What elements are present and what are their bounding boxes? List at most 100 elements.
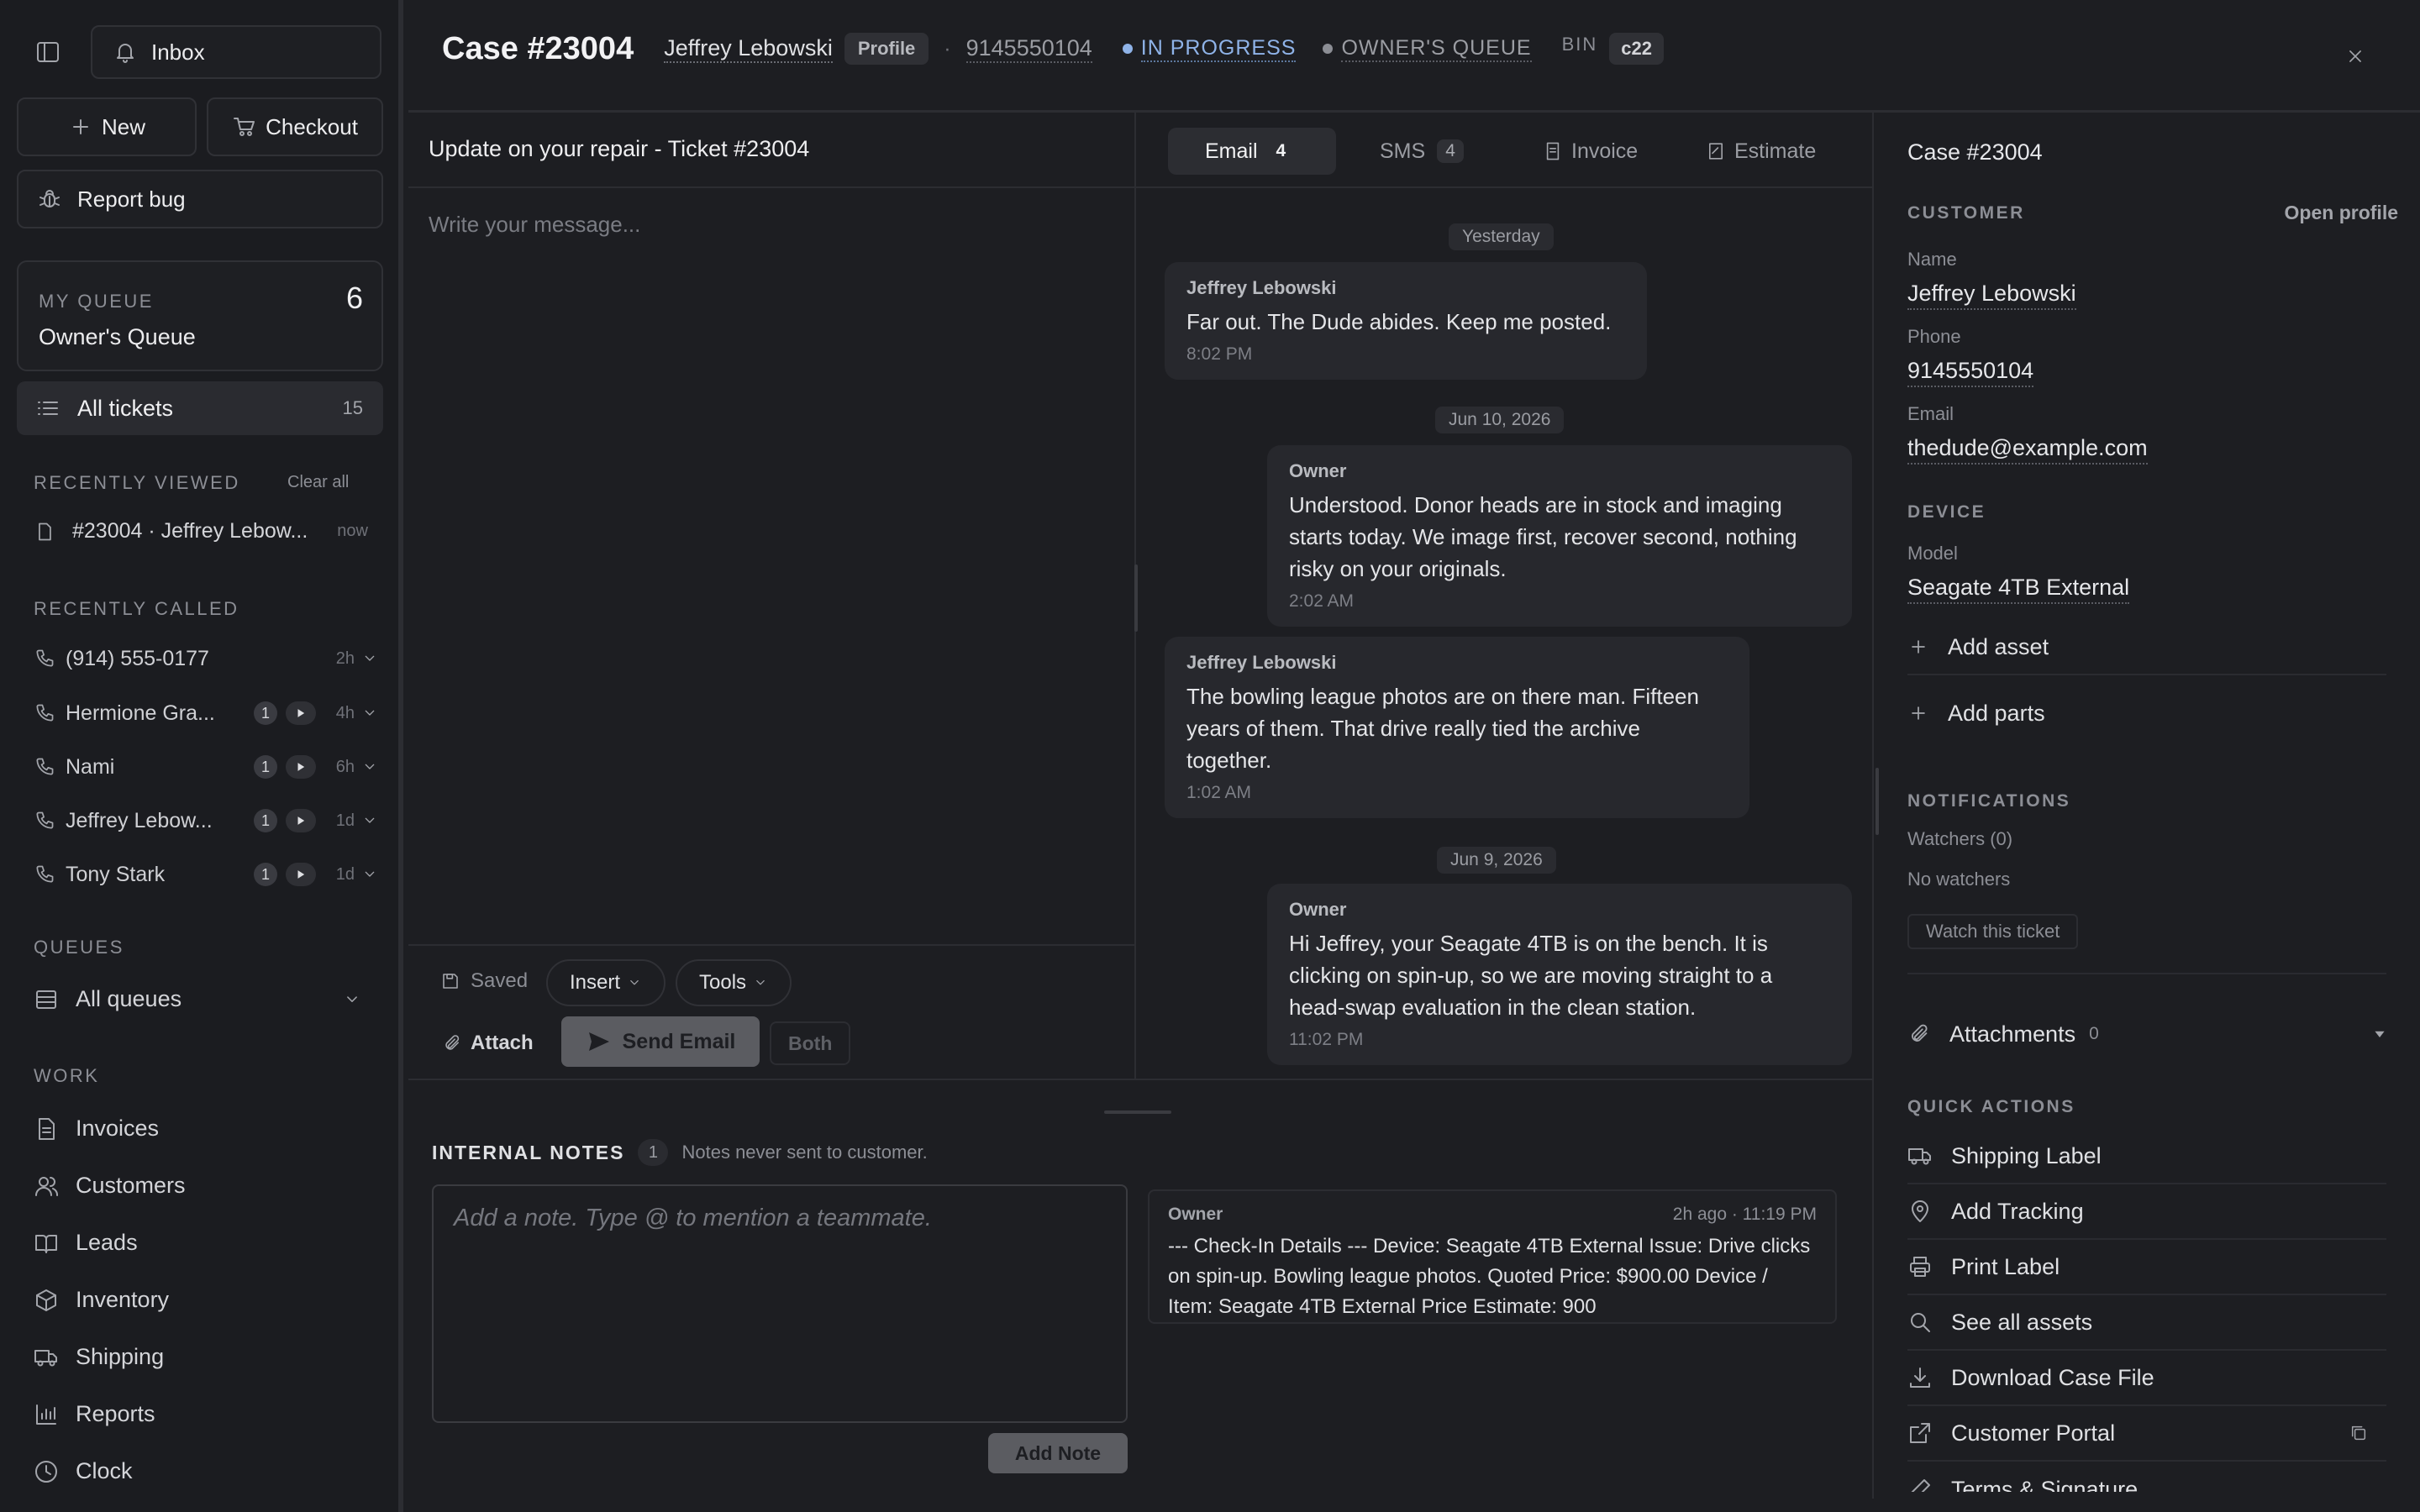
nav-customers[interactable]: Customers — [34, 1173, 186, 1199]
add-asset-button[interactable]: Add asset — [1907, 620, 2386, 675]
tab-email[interactable]: Email 4 — [1168, 128, 1336, 175]
call-item[interactable]: Tony Stark 1 1d — [34, 858, 378, 891]
customer-name-value[interactable]: Jeffrey Lebowski — [1907, 281, 2076, 310]
bell-icon — [113, 39, 138, 65]
header-phone[interactable]: 9145550104 — [965, 35, 1092, 63]
nav-reports[interactable]: Reports — [34, 1401, 155, 1427]
chevron-down-icon[interactable] — [361, 812, 378, 829]
saved-indicator: Saved — [440, 969, 528, 993]
customer-name-link[interactable]: Jeffrey Lebowski — [664, 35, 833, 63]
nav-clock[interactable]: Clock — [34, 1458, 133, 1484]
recently-called-title: RECENTLY CALLED — [34, 598, 239, 619]
add-tracking-action[interactable]: Add Tracking — [1907, 1184, 2386, 1240]
nav-invoices[interactable]: Invoices — [34, 1116, 159, 1142]
play-button[interactable] — [286, 755, 316, 779]
inbox-button[interactable]: Inbox — [91, 25, 381, 79]
inbox-label: Inbox — [151, 39, 205, 65]
quick-actions-section-title: QUICK ACTIONS — [1907, 1097, 2075, 1116]
chevron-down-icon[interactable] — [361, 650, 378, 667]
subject-field[interactable]: Update on your repair - Ticket #23004 — [429, 136, 809, 162]
tab-invoice-label: Invoice — [1571, 139, 1639, 163]
bin-value[interactable]: c22 — [1609, 33, 1664, 65]
all-queues-select[interactable]: All queues — [34, 986, 378, 1012]
recently-viewed-item[interactable]: #23004 · Jeffrey Lebow... now — [34, 519, 378, 543]
add-note-button[interactable]: Add Note — [988, 1433, 1128, 1473]
status-badge[interactable]: IN PROGRESS — [1140, 36, 1297, 62]
play-button[interactable] — [286, 701, 316, 725]
email-composer: Update on your repair - Ticket #23004 Wr… — [408, 113, 1134, 1079]
tab-invoice[interactable]: Invoice — [1543, 128, 1638, 175]
tools-dropdown[interactable]: Tools — [676, 959, 792, 1006]
call-name: Hermione Gra... — [66, 701, 215, 725]
call-item[interactable]: Jeffrey Lebow... 1 1d — [34, 804, 378, 837]
case-title: Case #23004 — [442, 30, 634, 66]
clear-all-button[interactable]: Clear all — [287, 473, 349, 492]
see-all-assets-action[interactable]: See all assets — [1907, 1295, 2386, 1351]
insert-dropdown[interactable]: Insert — [546, 959, 666, 1006]
call-item[interactable]: (914) 555-0177 2h — [34, 642, 378, 675]
resize-handle-vertical[interactable] — [1134, 564, 1138, 632]
download-case-file-action[interactable]: Download Case File — [1907, 1351, 2386, 1406]
profile-button[interactable]: Profile — [844, 33, 929, 65]
note-input[interactable]: Add a note. Type @ to mention a teammate… — [432, 1184, 1128, 1423]
caret-down-icon — [2375, 1031, 2385, 1037]
call-name: Jeffrey Lebow... — [66, 808, 213, 832]
add-parts-button[interactable]: Add parts — [1907, 685, 2386, 741]
customer-portal-action[interactable]: Customer Portal — [1907, 1406, 2386, 1462]
call-item[interactable]: Nami 1 6h — [34, 750, 378, 784]
nav-shipping[interactable]: Shipping — [34, 1344, 164, 1370]
shipping-label-action[interactable]: Shipping Label — [1907, 1129, 2386, 1184]
both-button[interactable]: Both — [770, 1021, 851, 1065]
queue-badge[interactable]: OWNER'S QUEUE — [1341, 36, 1532, 62]
section-divider — [1907, 973, 2386, 974]
customer-phone-value[interactable]: 9145550104 — [1907, 358, 2034, 387]
play-button[interactable] — [286, 863, 316, 886]
report-bug-button[interactable]: Report bug — [17, 170, 383, 228]
date-divider: Yesterday — [1449, 223, 1554, 250]
close-icon[interactable] — [2344, 45, 2366, 67]
report-bug-label: Report bug — [77, 186, 186, 212]
attach-label: Attach — [471, 1032, 534, 1054]
call-item[interactable]: Hermione Gra... 1 4h — [34, 696, 378, 730]
attach-button[interactable]: Attach — [442, 1032, 534, 1055]
message-input[interactable]: Write your message... — [429, 212, 1118, 1035]
new-label: New — [101, 113, 145, 139]
attachments-toggle[interactable]: Attachments 0 — [1907, 1006, 2386, 1062]
message-time: 11:02 PM — [1289, 1030, 1364, 1049]
toolbar-divider — [408, 944, 1134, 946]
all-tickets-item[interactable]: All tickets 15 — [17, 381, 383, 435]
open-profile-link[interactable]: Open profile — [2285, 202, 2398, 224]
checkout-label: Checkout — [266, 113, 358, 139]
nav-inventory[interactable]: Inventory — [34, 1287, 169, 1313]
chevron-down-icon[interactable] — [361, 759, 378, 775]
new-button[interactable]: New — [17, 97, 197, 156]
panel-bottom-edge — [1874, 1492, 2420, 1512]
print-label-action[interactable]: Print Label — [1907, 1240, 2386, 1295]
my-queue-card[interactable]: MY QUEUE 6 Owner's Queue — [17, 260, 383, 371]
checkout-button[interactable]: Checkout — [207, 97, 383, 156]
chevron-down-icon[interactable] — [361, 705, 378, 722]
play-button[interactable] — [286, 809, 316, 832]
message-bubble-customer: Jeffrey Lebowski The bowling league phot… — [1165, 637, 1749, 818]
device-model-value[interactable]: Seagate 4TB External — [1907, 575, 2130, 604]
message-sender: Owner — [1289, 460, 1347, 481]
work-title: WORK — [34, 1065, 100, 1086]
box-icon — [34, 1288, 59, 1313]
message-text: Hi Jeffrey, your Seagate 4TB is on the b… — [1289, 931, 1773, 1020]
customer-email-value[interactable]: thedude@example.com — [1907, 435, 2148, 465]
watch-ticket-button[interactable]: Watch this ticket — [1907, 914, 2079, 949]
tab-estimate[interactable]: Estimate — [1706, 128, 1816, 175]
tab-estimate-label: Estimate — [1734, 139, 1817, 163]
phone-icon — [34, 756, 55, 778]
sidebar-toggle-icon[interactable] — [35, 39, 60, 65]
call-time: 6h — [335, 757, 355, 776]
send-email-button[interactable]: Send Email — [561, 1016, 760, 1067]
nav-leads[interactable]: Leads — [34, 1230, 138, 1256]
chevron-down-icon[interactable] — [361, 866, 378, 883]
nav-label: Invoices — [76, 1116, 160, 1141]
tab-sms[interactable]: SMS 4 — [1380, 128, 1464, 175]
tab-sms-label: SMS — [1380, 139, 1426, 163]
note-entry: Owner 2h ago · 11:19 PM --- Check-In Det… — [1148, 1189, 1837, 1324]
download-icon — [1907, 1365, 1933, 1390]
copy-icon[interactable] — [2349, 1424, 2368, 1442]
